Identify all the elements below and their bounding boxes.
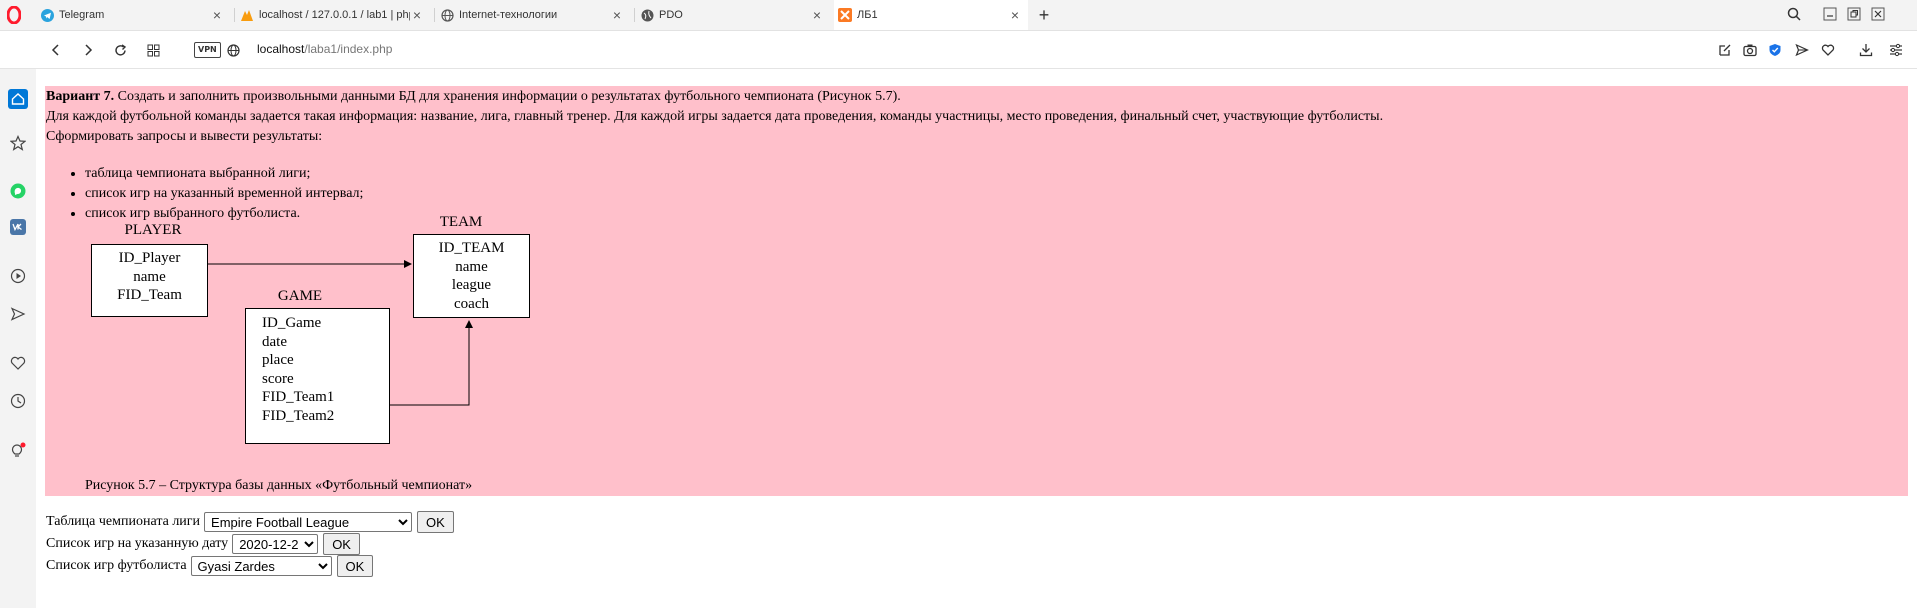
date-form-label: Список игр на указанную дату bbox=[46, 536, 229, 551]
history-icon[interactable] bbox=[8, 391, 28, 411]
speed-dial-icon[interactable] bbox=[143, 40, 163, 60]
vpn-badge[interactable]: VPN bbox=[194, 42, 221, 58]
tab-telegram[interactable]: Telegram × bbox=[40, 0, 230, 30]
game-team-arrow bbox=[390, 320, 473, 406]
heart-icon[interactable] bbox=[1818, 40, 1838, 60]
php-globe-icon bbox=[640, 8, 654, 22]
close-icon[interactable]: × bbox=[210, 7, 224, 23]
player-ok-button[interactable]: OK bbox=[336, 555, 374, 577]
date-ok-button[interactable]: OK bbox=[323, 533, 360, 555]
telegram-icon bbox=[40, 8, 54, 22]
tab-separator bbox=[234, 8, 235, 22]
minimize-icon[interactable] bbox=[1820, 5, 1840, 23]
shield-icon[interactable] bbox=[1765, 40, 1785, 60]
xampp-icon bbox=[838, 8, 852, 22]
close-icon[interactable]: × bbox=[410, 7, 424, 23]
url-host: localhost bbox=[257, 42, 305, 56]
reload-icon[interactable] bbox=[110, 40, 130, 60]
tab-title: ЛБ1 bbox=[857, 9, 878, 21]
close-window-icon[interactable] bbox=[1868, 5, 1888, 23]
tab-internet-technologies[interactable]: Internet-технологии × bbox=[440, 0, 630, 30]
vk-icon[interactable] bbox=[8, 217, 28, 237]
tab-separator bbox=[434, 8, 435, 22]
close-icon[interactable]: × bbox=[810, 7, 824, 23]
back-icon[interactable] bbox=[46, 40, 66, 60]
relationship-arrows bbox=[208, 260, 473, 406]
globe-icon bbox=[440, 8, 454, 22]
new-tab-button[interactable]: + bbox=[1034, 5, 1054, 25]
league-ok-button[interactable]: OK bbox=[417, 511, 454, 533]
player-form-label: Список игр футболиста bbox=[46, 558, 187, 573]
tab-lb1[interactable]: ЛБ1 × bbox=[834, 0, 1028, 30]
player-select[interactable]: Gyasi Zardes bbox=[190, 556, 332, 576]
player-form: Список игр футболиста Gyasi Zardes OK bbox=[46, 555, 374, 577]
send-icon[interactable] bbox=[8, 304, 28, 324]
url-field[interactable]: localhost/laba1/index.php bbox=[257, 42, 392, 56]
whatsapp-icon[interactable] bbox=[8, 181, 28, 201]
url-path: /laba1/index.php bbox=[304, 42, 393, 56]
search-tabs-icon[interactable] bbox=[1784, 5, 1804, 23]
tab-title: Telegram bbox=[59, 9, 105, 21]
tab-bar: Telegram × localhost / 127.0.0.1 / lab1 … bbox=[0, 0, 1917, 31]
tab-pdo[interactable]: PDO × bbox=[640, 0, 830, 30]
close-icon[interactable]: × bbox=[1008, 7, 1022, 23]
download-icon[interactable] bbox=[1856, 40, 1876, 60]
lightbulb-icon[interactable] bbox=[8, 441, 28, 461]
snapshot-icon[interactable] bbox=[1740, 40, 1760, 60]
tab-title: Internet-технологии bbox=[459, 9, 558, 21]
page-content: Вариант 7. Создать и заполнить произволь… bbox=[36, 69, 1917, 608]
phpmyadmin-icon bbox=[240, 8, 254, 22]
restore-icon[interactable] bbox=[1844, 5, 1864, 23]
opera-menu-icon[interactable] bbox=[7, 6, 21, 24]
close-icon[interactable]: × bbox=[610, 7, 624, 23]
heart-icon[interactable] bbox=[8, 353, 28, 373]
tab-title: PDO bbox=[659, 9, 683, 21]
diagram-caption: Рисунок 5.7 – Структура базы данных «Фут… bbox=[85, 478, 473, 493]
date-form: Список игр на указанную дату 2020-12-22 … bbox=[46, 533, 360, 555]
sidebar bbox=[0, 69, 36, 608]
league-form: Таблица чемпионата лиги Empire Football … bbox=[46, 511, 454, 533]
tab-title: localhost / 127.0.0.1 / lab1 | phpMyAdmi… bbox=[259, 9, 410, 21]
easy-setup-sliders-icon[interactable] bbox=[1886, 40, 1906, 60]
easy-setup-icon[interactable] bbox=[1715, 40, 1735, 60]
date-select[interactable]: 2020-12-22 bbox=[232, 534, 319, 554]
task-description: Вариант 7. Создать и заполнить произволь… bbox=[45, 86, 1908, 496]
send-icon[interactable] bbox=[1792, 40, 1812, 60]
star-icon[interactable] bbox=[8, 133, 28, 153]
address-bar: VPN localhost/laba1/index.php bbox=[0, 31, 1917, 69]
home-icon[interactable] bbox=[8, 89, 28, 109]
globe-icon[interactable] bbox=[223, 40, 243, 60]
forward-icon[interactable] bbox=[78, 40, 98, 60]
tab-separator bbox=[634, 8, 635, 22]
player-icon[interactable] bbox=[8, 266, 28, 286]
league-select[interactable]: Empire Football League bbox=[204, 512, 413, 532]
league-form-label: Таблица чемпионата лиги bbox=[46, 514, 201, 529]
tab-phpmyadmin[interactable]: localhost / 127.0.0.1 / lab1 | phpMyAdmi… bbox=[240, 0, 430, 30]
